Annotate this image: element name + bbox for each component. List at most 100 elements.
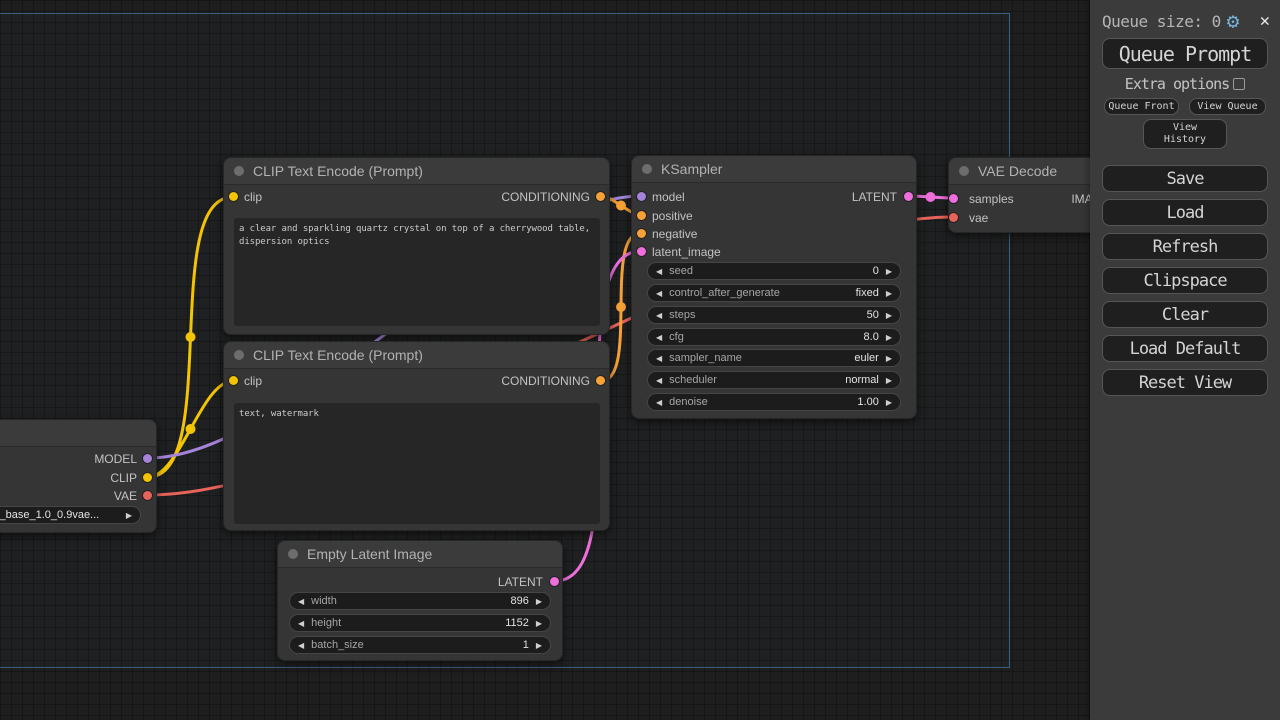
- stepper-left-arrow-icon[interactable]: ◀: [298, 597, 304, 606]
- negative-prompt-textarea[interactable]: text, watermark: [234, 403, 600, 524]
- stepper-right-arrow-icon[interactable]: ▶: [886, 289, 892, 298]
- conditioning-slot-dot[interactable]: [596, 192, 605, 201]
- clipspace-button[interactable]: Clipspace: [1102, 267, 1268, 294]
- steps-widget[interactable]: ◀ steps 50 ▶: [647, 306, 901, 324]
- stepper-left-arrow-icon[interactable]: ◀: [298, 641, 304, 650]
- output-slot-latent: LATENT: [632, 188, 916, 206]
- stepper-right-arrow-icon[interactable]: ▶: [886, 333, 892, 342]
- queue-size-label: Queue size: 0: [1102, 12, 1221, 31]
- view-history-button[interactable]: View History: [1143, 119, 1227, 149]
- collapse-dot-icon[interactable]: [959, 166, 969, 176]
- node-title: KSampler: [661, 161, 722, 177]
- collapse-dot-icon[interactable]: [234, 350, 244, 360]
- node-title: CLIP Text Encode (Prompt): [253, 347, 423, 363]
- extra-options-label: Extra options: [1125, 75, 1229, 93]
- widget-label: control_after_generate: [669, 287, 780, 299]
- collapse-dot-icon[interactable]: [234, 166, 244, 176]
- denoise-widget[interactable]: ◀ denoise 1.00 ▶: [647, 393, 901, 411]
- stepper-left-arrow-icon[interactable]: ◀: [656, 267, 662, 276]
- conditioning-slot-dot[interactable]: [596, 376, 605, 385]
- widget-value: euler: [854, 352, 878, 364]
- height-widget[interactable]: ◀ height 1152 ▶: [289, 614, 551, 632]
- extra-options-checkbox[interactable]: [1233, 78, 1245, 90]
- ckpt-name-widget[interactable]: xl_base_1.0_0.9vae... ▶: [0, 506, 141, 524]
- stepper-left-arrow-icon[interactable]: ◀: [656, 333, 662, 342]
- stepper-left-arrow-icon[interactable]: ◀: [656, 354, 662, 363]
- node-header[interactable]: CLIP Text Encode (Prompt): [224, 342, 609, 369]
- stepper-left-arrow-icon[interactable]: ◀: [298, 619, 304, 628]
- scheduler-widget[interactable]: ◀ scheduler normal ▶: [647, 371, 901, 389]
- widget-value: normal: [845, 374, 879, 386]
- stepper-right-arrow-icon[interactable]: ▶: [536, 641, 542, 650]
- widget-label: cfg: [669, 331, 684, 343]
- latent-slot-dot[interactable]: [550, 577, 559, 586]
- node-header[interactable]: Empty Latent Image: [278, 541, 562, 568]
- queue-prompt-button[interactable]: Queue Prompt: [1102, 38, 1268, 69]
- node-title: VAE Decode: [978, 163, 1057, 179]
- positive-prompt-textarea[interactable]: a clear and sparkling quartz crystal on …: [234, 218, 600, 326]
- output-slot-clip: CLIP: [0, 469, 156, 487]
- settings-gear-icon[interactable]: ⚙: [1227, 11, 1240, 31]
- stepper-right-arrow-icon[interactable]: ▶: [886, 354, 892, 363]
- stepper-left-arrow-icon[interactable]: ◀: [656, 311, 662, 320]
- ckpt-name-value: xl_base_1.0_0.9vae...: [0, 509, 120, 521]
- stepper-right-arrow-icon[interactable]: ▶: [536, 597, 542, 606]
- stepper-left-arrow-icon[interactable]: ◀: [656, 289, 662, 298]
- input-label-positive: positive: [652, 209, 693, 223]
- latent-slot-dot[interactable]: [637, 247, 646, 256]
- widget-label: height: [311, 617, 341, 629]
- stepper-left-arrow-icon[interactable]: ◀: [656, 398, 662, 407]
- latent-slot-dot[interactable]: [904, 192, 913, 201]
- control-after-generate-widget[interactable]: ◀ control_after_generate fixed ▶: [647, 284, 901, 302]
- node-graph-canvas[interactable]: MODEL CLIP VAE xl_base_1.0_0.9vae... ▶ C…: [0, 0, 1280, 720]
- node-load-checkpoint-header[interactable]: [0, 420, 156, 447]
- close-menu-icon[interactable]: ✕: [1260, 11, 1270, 31]
- stepper-right-arrow-icon[interactable]: ▶: [886, 398, 892, 407]
- view-queue-button[interactable]: View Queue: [1189, 98, 1266, 115]
- combo-right-arrow-icon[interactable]: ▶: [126, 511, 132, 520]
- load-default-button[interactable]: Load Default: [1102, 335, 1268, 362]
- stepper-right-arrow-icon[interactable]: ▶: [886, 311, 892, 320]
- input-slot-negative: negative: [632, 225, 916, 243]
- stepper-left-arrow-icon[interactable]: ◀: [656, 376, 662, 385]
- widget-label: batch_size: [311, 639, 364, 651]
- node-header[interactable]: KSampler: [632, 156, 916, 183]
- widget-value: 8.0: [864, 331, 879, 343]
- conditioning-slot-dot[interactable]: [637, 229, 646, 238]
- node-empty-latent-image[interactable]: Empty Latent Image LATENT ◀ width 896 ▶ …: [277, 540, 563, 661]
- input-slot-positive: positive: [632, 207, 916, 225]
- cfg-widget[interactable]: ◀ cfg 8.0 ▶: [647, 328, 901, 346]
- seed-widget[interactable]: ◀ seed 0 ▶: [647, 262, 901, 280]
- widget-value: 1152: [505, 617, 529, 629]
- input-label-negative: negative: [652, 227, 697, 241]
- clear-button[interactable]: Clear: [1102, 301, 1268, 328]
- vae-slot-dot[interactable]: [949, 213, 958, 222]
- output-label-vae: VAE: [114, 489, 137, 503]
- stepper-right-arrow-icon[interactable]: ▶: [886, 376, 892, 385]
- node-clip-text-encode-positive[interactable]: CLIP Text Encode (Prompt) clip CONDITION…: [223, 157, 610, 335]
- conditioning-slot-dot[interactable]: [637, 211, 646, 220]
- output-label-clip: CLIP: [110, 471, 137, 485]
- refresh-button[interactable]: Refresh: [1102, 233, 1268, 260]
- node-clip-text-encode-negative[interactable]: CLIP Text Encode (Prompt) clip CONDITION…: [223, 341, 610, 531]
- sampler-name-widget[interactable]: ◀ sampler_name euler ▶: [647, 349, 901, 367]
- vae-slot-dot[interactable]: [143, 491, 152, 500]
- node-load-checkpoint[interactable]: MODEL CLIP VAE xl_base_1.0_0.9vae... ▶: [0, 419, 157, 533]
- node-header[interactable]: CLIP Text Encode (Prompt): [224, 158, 609, 185]
- reset-view-button[interactable]: Reset View: [1102, 369, 1268, 396]
- collapse-dot-icon[interactable]: [288, 549, 298, 559]
- batch-size-widget[interactable]: ◀ batch_size 1 ▶: [289, 636, 551, 654]
- width-widget[interactable]: ◀ width 896 ▶: [289, 592, 551, 610]
- load-button[interactable]: Load: [1102, 199, 1268, 226]
- widget-value: 896: [510, 595, 528, 607]
- queue-front-button[interactable]: Queue Front: [1104, 98, 1179, 115]
- model-slot-dot[interactable]: [143, 454, 152, 463]
- clip-slot-dot[interactable]: [143, 473, 152, 482]
- save-button[interactable]: Save: [1102, 165, 1268, 192]
- widget-label: sampler_name: [669, 352, 742, 364]
- stepper-right-arrow-icon[interactable]: ▶: [536, 619, 542, 628]
- collapse-dot-icon[interactable]: [642, 164, 652, 174]
- output-slot-conditioning: CONDITIONING: [224, 188, 609, 206]
- stepper-right-arrow-icon[interactable]: ▶: [886, 267, 892, 276]
- node-ksampler[interactable]: KSampler model LATENT positive negative …: [631, 155, 917, 419]
